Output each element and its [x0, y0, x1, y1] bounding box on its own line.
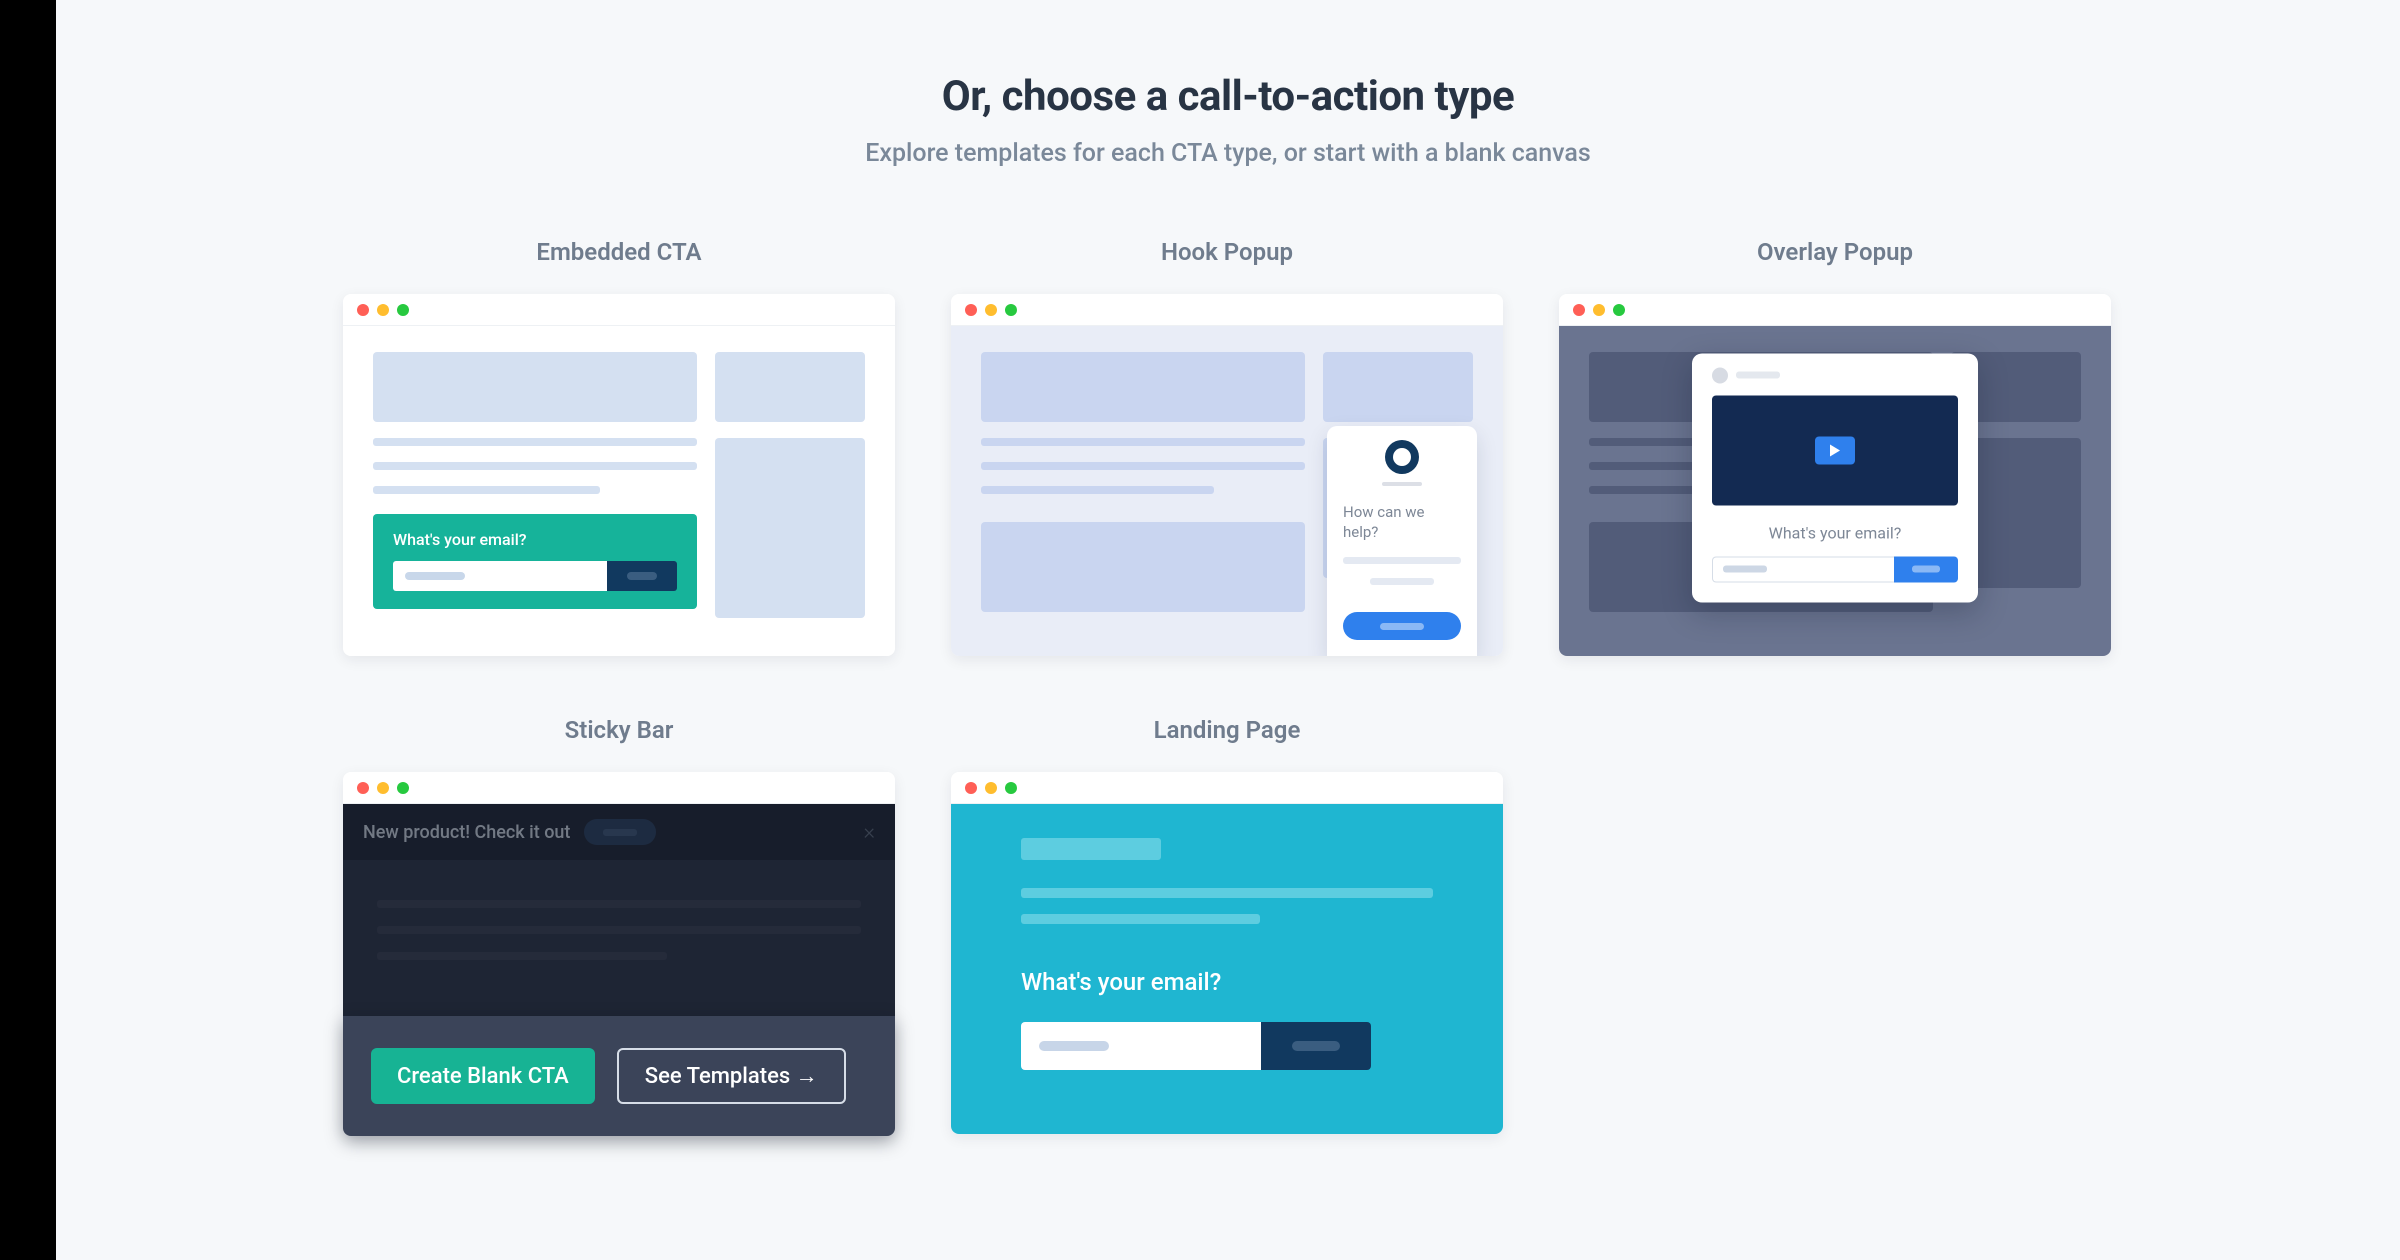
preview-embedded: What's your email?	[343, 294, 895, 656]
traffic-light-max-icon	[1613, 304, 1625, 316]
placeholder-line	[1382, 482, 1422, 486]
create-blank-button[interactable]: Create Blank CTA	[371, 1048, 595, 1104]
placeholder-block	[715, 438, 865, 618]
submit-button	[607, 561, 677, 591]
window-chrome	[343, 294, 895, 326]
traffic-light-close-icon	[965, 782, 977, 794]
cta-type-grid: Embedded CTA	[343, 238, 2113, 1134]
submit-button	[1261, 1022, 1371, 1070]
traffic-light-close-icon	[965, 304, 977, 316]
placeholder-line	[981, 486, 1214, 494]
email-field	[1712, 556, 1894, 582]
traffic-light-min-icon	[377, 782, 389, 794]
hook-submit-button	[1343, 612, 1461, 640]
cta-card-label: Overlay Popup	[1757, 238, 1913, 266]
cta-form-label: What's your email?	[1021, 968, 1433, 996]
page-title: Or, choose a call-to-action type	[56, 72, 2400, 121]
cta-card-label: Embedded CTA	[536, 238, 701, 266]
play-icon	[1815, 436, 1855, 464]
traffic-light-max-icon	[397, 304, 409, 316]
placeholder-line	[373, 486, 600, 494]
hook-prompt-text: How can we help?	[1343, 502, 1461, 543]
cta-form-label: What's your email?	[1712, 523, 1958, 542]
button-label: Create Blank CTA	[397, 1064, 569, 1089]
preview-hook: How can we help?	[951, 294, 1503, 656]
placeholder-line	[1370, 578, 1435, 585]
hook-popup-panel: How can we help?	[1327, 426, 1477, 656]
page-canvas: Or, choose a call-to-action type Explore…	[56, 0, 2400, 1260]
traffic-light-max-icon	[1005, 782, 1017, 794]
window-chrome	[951, 772, 1503, 804]
cta-card-landing[interactable]: Landing Page What's your email?	[951, 716, 1503, 1134]
button-label: See Templates →	[645, 1063, 818, 1089]
placeholder-line	[981, 438, 1305, 446]
email-field	[393, 561, 607, 591]
traffic-light-min-icon	[985, 304, 997, 316]
traffic-light-close-icon	[1573, 304, 1585, 316]
avatar-icon	[1712, 367, 1728, 383]
placeholder-block	[981, 352, 1305, 422]
cta-card-label: Landing Page	[1154, 716, 1301, 744]
placeholder-line	[1021, 914, 1260, 924]
window-chrome	[1559, 294, 2111, 326]
traffic-light-close-icon	[357, 304, 369, 316]
placeholder-block	[373, 352, 697, 422]
traffic-light-min-icon	[1593, 304, 1605, 316]
placeholder-line	[373, 438, 697, 446]
embedded-cta-panel: What's your email?	[373, 514, 697, 609]
preview-landing: What's your email?	[951, 772, 1503, 1134]
email-field	[1021, 1022, 1261, 1070]
placeholder-line	[1021, 888, 1433, 898]
traffic-light-close-icon	[357, 782, 369, 794]
placeholder-line	[981, 462, 1305, 470]
cta-card-sticky[interactable]: Sticky Bar New product! Check it out ×	[343, 716, 895, 1134]
placeholder-line	[1343, 557, 1461, 564]
preview-overlay: What's your email?	[1559, 294, 2111, 656]
overlay-popup-panel: What's your email?	[1692, 353, 1978, 602]
cta-card-overlay[interactable]: Overlay Popup	[1559, 238, 2111, 656]
placeholder-block	[715, 352, 865, 422]
cta-card-label: Sticky Bar	[565, 716, 674, 744]
cta-form-label: What's your email?	[393, 530, 677, 549]
see-templates-button[interactable]: See Templates →	[617, 1048, 846, 1104]
placeholder-line	[1736, 372, 1780, 379]
cta-card-label: Hook Popup	[1161, 238, 1293, 266]
page-subtitle: Explore templates for each CTA type, or …	[56, 139, 2400, 168]
placeholder-block	[1323, 352, 1473, 422]
submit-button	[1894, 556, 1958, 582]
traffic-light-min-icon	[985, 782, 997, 794]
placeholder-block	[981, 522, 1305, 612]
card-hover-actions: Create Blank CTA See Templates →	[343, 1016, 895, 1136]
cta-card-hook[interactable]: Hook Popup	[951, 238, 1503, 656]
traffic-light-max-icon	[397, 782, 409, 794]
placeholder-line	[373, 462, 697, 470]
avatar-icon	[1385, 440, 1419, 474]
window-chrome	[343, 772, 895, 804]
placeholder-heading	[1021, 838, 1161, 860]
traffic-light-max-icon	[1005, 304, 1017, 316]
video-thumbnail	[1712, 395, 1958, 505]
window-chrome	[951, 294, 1503, 326]
traffic-light-min-icon	[377, 304, 389, 316]
cta-card-embedded[interactable]: Embedded CTA	[343, 238, 895, 656]
